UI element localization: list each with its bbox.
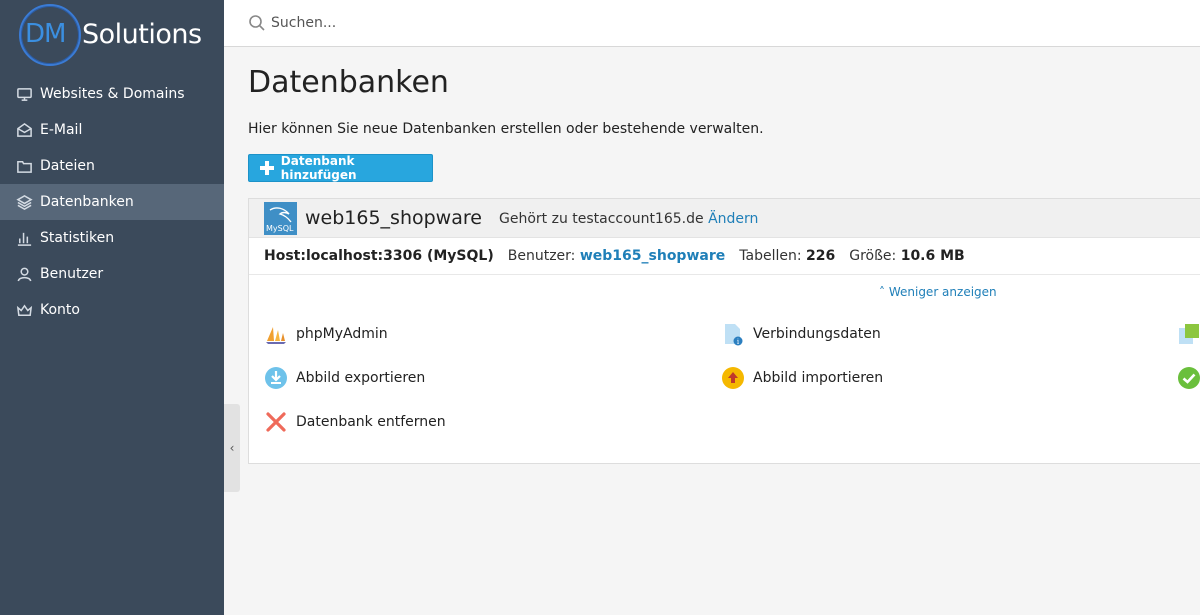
tables-label: Tabellen: <box>739 248 802 264</box>
user-icon <box>15 265 33 283</box>
sidebar-item-label: E-Mail <box>40 122 83 138</box>
logo-dm-text: DM <box>25 19 66 49</box>
page-title: Datenbanken <box>248 65 449 100</box>
top-search-bar <box>224 0 1200 47</box>
database-card: MySQL web165_shopware Gehört zu testacco… <box>248 198 1200 464</box>
sidebar-item-label: Benutzer <box>40 266 104 282</box>
export-dump-action[interactable]: Abbild exportieren <box>264 366 425 390</box>
brand-logo[interactable]: DM Solutions <box>0 0 224 74</box>
export-dump-label: Abbild exportieren <box>296 370 426 386</box>
sidebar-item-label: Konto <box>40 302 80 318</box>
database-owner: Gehört zu testaccount165.de Ändern <box>499 211 758 227</box>
phpmyadmin-label: phpMyAdmin <box>296 326 388 342</box>
user-label: Benutzer: <box>507 248 576 264</box>
import-dump-label: Abbild importieren <box>753 370 884 386</box>
size-label: Größe: <box>849 248 897 264</box>
add-database-button[interactable]: Datenbank hinzufügen <box>248 154 433 182</box>
host-value: Host:localhost:3306 (MySQL) <box>264 248 494 264</box>
search-icon <box>249 15 265 31</box>
sidebar-item-email[interactable]: E-Mail <box>0 112 224 148</box>
connection-info-label: Verbindungsdaten <box>753 326 881 342</box>
envelope-icon <box>15 121 33 139</box>
sidebar-item-benutzer[interactable]: Benutzer <box>0 256 224 292</box>
database-card-header: MySQL web165_shopware Gehört zu testacco… <box>249 199 1200 238</box>
sidebar-item-label: Dateien <box>40 158 95 174</box>
sidebar-item-label: Statistiken <box>40 230 115 246</box>
remove-x-icon <box>264 410 288 434</box>
add-database-label: Datenbank hinzufügen <box>280 154 357 182</box>
database-user-link[interactable]: web165_shopware <box>580 248 725 264</box>
folder-icon <box>15 157 33 175</box>
import-dump-action[interactable]: Abbild importieren <box>721 366 883 390</box>
plus-icon <box>260 161 274 175</box>
page-description: Hier können Sie neue Datenbanken erstell… <box>248 121 764 137</box>
show-less-label: Weniger anzeigen <box>888 285 997 299</box>
sidebar-collapse-toggle[interactable]: ‹ <box>224 404 240 492</box>
phpmyadmin-sailboat-icon <box>264 322 288 346</box>
sidebar-item-dateien[interactable]: Dateien <box>0 148 224 184</box>
database-name: web165_shopware <box>305 207 482 229</box>
size-value: 10.6 MB <box>900 248 965 264</box>
copy-database-action[interactable] <box>1177 322 1200 346</box>
sidebar: DM Solutions Websites & Domains E-Mail D… <box>0 0 224 615</box>
database-meta-row: Host:localhost:3306 (MySQL) Benutzer: web… <box>264 248 965 264</box>
remove-database-action[interactable]: Datenbank entfernen <box>264 410 446 434</box>
search-input[interactable] <box>271 11 771 35</box>
checkmark-circle-icon <box>1177 366 1200 390</box>
sidebar-item-label: Datenbanken <box>40 194 134 210</box>
database-meta: Host:localhost:3306 (MySQL) Benutzer: web… <box>249 238 1200 275</box>
crown-icon <box>15 301 33 319</box>
download-circle-icon <box>264 366 288 390</box>
sidebar-item-konto[interactable]: Konto <box>0 292 224 328</box>
bar-chart-icon <box>15 229 33 247</box>
change-owner-link[interactable]: Ändern <box>708 211 758 227</box>
sidebar-nav: Websites & Domains E-Mail Dateien Datenb… <box>0 76 224 328</box>
logo-circle: DM <box>19 4 81 66</box>
layers-icon <box>15 193 33 211</box>
logo-solutions-text: Solutions <box>82 19 202 50</box>
owner-text: Gehört zu testaccount165.de <box>499 211 704 227</box>
remove-database-label: Datenbank entfernen <box>296 414 446 430</box>
chevron-up-icon: ˄ <box>879 285 885 299</box>
monitor-icon <box>15 85 33 103</box>
sidebar-item-label: Websites & Domains <box>40 86 185 102</box>
show-less-toggle[interactable]: ˄ Weniger anzeigen <box>879 285 997 299</box>
sidebar-item-websites-domains[interactable]: Websites & Domains <box>0 76 224 112</box>
sidebar-item-statistiken[interactable]: Statistiken <box>0 220 224 256</box>
tables-value: 226 <box>806 248 836 264</box>
copy-database-icon <box>1177 322 1200 346</box>
check-repair-action[interactable] <box>1177 366 1200 390</box>
connection-info-icon: i <box>721 322 745 346</box>
mysql-logo-text: MySQL <box>266 224 294 233</box>
connection-info-action[interactable]: i Verbindungsdaten <box>721 322 881 346</box>
upload-circle-icon <box>721 366 745 390</box>
mysql-logo-icon: MySQL <box>264 202 297 235</box>
sidebar-item-datenbanken[interactable]: Datenbanken <box>0 184 224 220</box>
phpmyadmin-action[interactable]: phpMyAdmin <box>264 322 388 346</box>
chevron-left-icon: ‹ <box>229 441 235 455</box>
